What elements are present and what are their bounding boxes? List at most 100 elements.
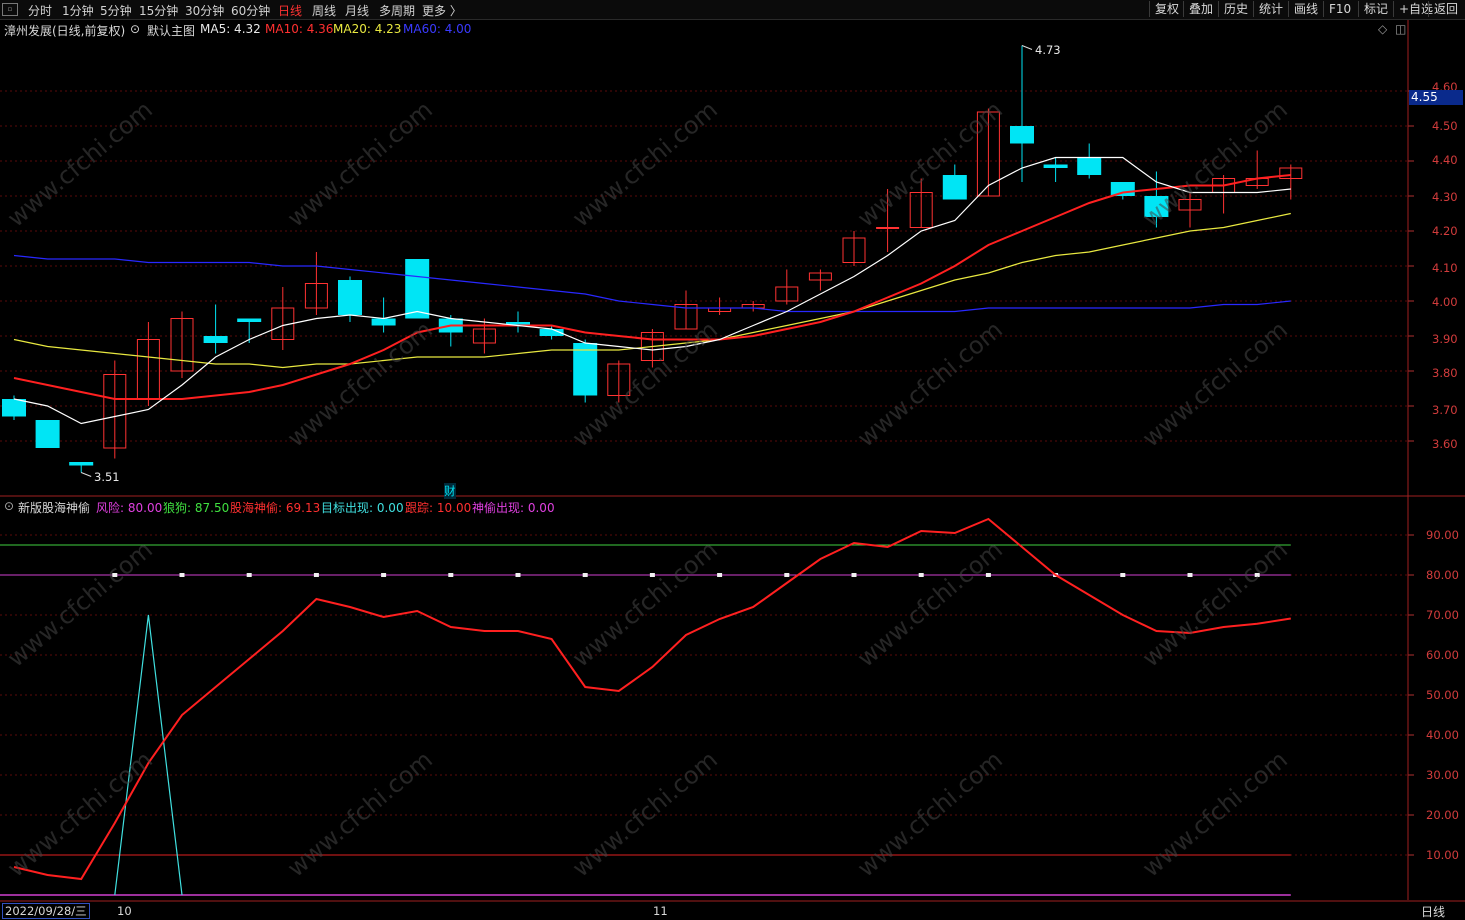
overlay-button[interactable]: 叠加 [1183, 1, 1218, 17]
diamond-icon[interactable]: ◇ [1378, 22, 1387, 36]
window-icon[interactable]: ▫ [2, 3, 18, 16]
top-toolbar: ▫ 分时 1分钟 5分钟 15分钟 30分钟 60分钟 日线 周线 月线 多周期… [0, 0, 1465, 20]
candle-body [1043, 164, 1068, 168]
period-label: 日线 [1421, 905, 1446, 919]
tab-daily[interactable]: 日线 [278, 2, 302, 19]
y-tick: 4.10 [1432, 261, 1458, 275]
ma60-line [13, 254, 1291, 313]
candle-body [2, 399, 26, 417]
stats-button[interactable]: 统计 [1253, 1, 1288, 17]
candle-body [573, 343, 598, 396]
candle-body [203, 336, 228, 343]
risk-dot [179, 573, 185, 577]
target-spike-line [114, 614, 183, 896]
y-tick: 40.00 [1426, 728, 1459, 742]
tab-1min[interactable]: 1分钟 [62, 2, 94, 19]
thief-label: 股海神偷: 69.13 [230, 501, 321, 515]
risk-dot [112, 573, 118, 577]
chevron-down-icon[interactable]: ⊙ [130, 22, 140, 36]
candle-body [371, 318, 396, 326]
candle-body [1077, 157, 1102, 175]
high-annotation: 4.73 [1035, 43, 1061, 57]
y-tick: 10.00 [1426, 848, 1459, 862]
template-label[interactable]: 默认主图 [147, 22, 195, 39]
candle-body [69, 462, 94, 466]
f10-button[interactable]: F10 [1323, 1, 1356, 17]
mark-button[interactable]: 标记 [1358, 1, 1393, 17]
y-tick: 50.00 [1426, 688, 1459, 702]
risk-dot [784, 573, 790, 577]
risk-dot [582, 573, 588, 577]
y-tick: 3.60 [1432, 437, 1458, 451]
y-tick: 4.30 [1432, 190, 1458, 204]
y-tick: 4.50 [1432, 119, 1458, 133]
risk-dot [515, 573, 521, 577]
x-month-label: 10 [117, 904, 132, 918]
candle-body [1110, 182, 1135, 196]
candle-body [237, 318, 262, 322]
y-tick: 70.00 [1426, 608, 1459, 622]
risk-label: 风险: 80.00 [96, 501, 163, 515]
tab-timeshare[interactable]: 分时 [28, 2, 52, 19]
adjust-button[interactable]: 复权 [1149, 1, 1184, 17]
y-tick: 80.00 [1426, 568, 1459, 582]
y-tick: 3.70 [1432, 403, 1458, 417]
candle-body [876, 227, 900, 229]
ma5-label: MA5: 4.32 [200, 22, 261, 36]
indicator-lines [0, 517, 1291, 896]
panel-frames [0, 20, 1465, 902]
risk-dot [381, 573, 387, 577]
risk-dot [246, 573, 252, 577]
y-tick: 3.90 [1432, 332, 1458, 346]
stock-title[interactable]: 漳州发展(日线,前复权) [4, 22, 125, 39]
indicator-name[interactable]: 新版股海神偷 [18, 499, 90, 516]
tab-60min[interactable]: 60分钟 [231, 2, 270, 19]
moving-average-lines [13, 45, 1291, 477]
tab-5min[interactable]: 5分钟 [100, 2, 132, 19]
y-tick: 4.00 [1432, 295, 1458, 309]
risk-dot [985, 573, 991, 577]
ma10-label: MA10: 4.36 [265, 22, 334, 36]
candlestick-series [2, 45, 1303, 473]
candle-body [405, 259, 430, 319]
y-tick: 20.00 [1426, 808, 1459, 822]
history-button[interactable]: 历史 [1218, 1, 1253, 17]
risk-dot [851, 573, 857, 577]
y-tick: 4.20 [1432, 224, 1458, 238]
finance-event-marker[interactable]: 财 [444, 483, 456, 499]
risk-dot [717, 573, 723, 577]
y-tick: 30.00 [1426, 768, 1459, 782]
tab-more[interactable]: 更多 〉 [422, 2, 462, 19]
risk-dot [448, 573, 454, 577]
y-tick: 90.00 [1426, 528, 1459, 542]
wolf-label: 狼狗: 87.50 [163, 501, 230, 515]
tab-weekly[interactable]: 周线 [312, 2, 336, 19]
tab-monthly[interactable]: 月线 [345, 2, 369, 19]
y-tick: 3.80 [1432, 366, 1458, 380]
low-annotation: 3.51 [94, 470, 120, 484]
ma5-line [13, 156, 1291, 425]
back-button[interactable]: 返回 [1428, 1, 1463, 17]
y-tick: 4.40 [1432, 153, 1458, 167]
candle-body [1010, 126, 1034, 144]
risk-dot [918, 573, 924, 577]
high-leader [1021, 45, 1033, 50]
tab-multi-period[interactable]: 多周期 [379, 2, 415, 19]
risk-dot [649, 573, 655, 577]
tab-30min[interactable]: 30分钟 [185, 2, 224, 19]
risk-dot [1254, 573, 1260, 577]
date-cursor-label: 2022/09/28/三 [2, 903, 90, 919]
ma20-label: MA20: 4.23 [333, 22, 402, 36]
indicator-grid [0, 534, 1414, 856]
settings-icon[interactable]: ⊙ [4, 499, 14, 513]
candle-body [942, 175, 967, 200]
draw-button[interactable]: 画线 [1288, 1, 1323, 17]
tab-15min[interactable]: 15分钟 [139, 2, 178, 19]
candle-body [35, 420, 60, 448]
collapse-icon[interactable]: ◫ [1395, 22, 1406, 36]
chart-canvas[interactable] [0, 20, 1465, 918]
risk-dot [1187, 573, 1193, 577]
track-label: 跟踪: 10.00 [405, 501, 472, 515]
candle-body [338, 280, 362, 315]
ma60-label: MA60: 4.00 [403, 22, 472, 36]
